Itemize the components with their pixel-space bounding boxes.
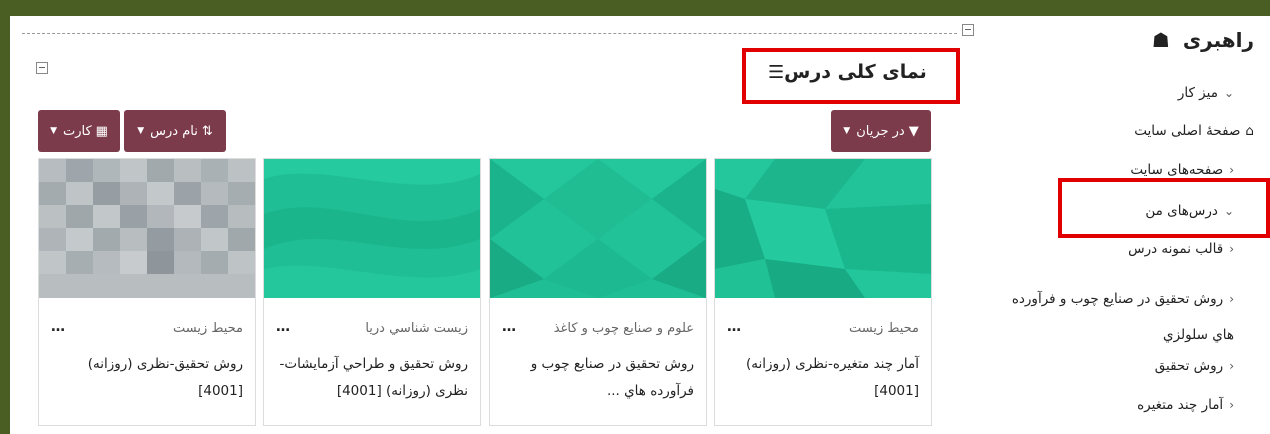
nav-item-label: آمار چند متغیره <box>1137 397 1224 413</box>
sitemap-icon: ☗ <box>1151 28 1170 52</box>
nav-item-label: میز کار <box>1177 85 1218 101</box>
section-divider <box>22 33 957 34</box>
course-category: زيست شناسي دريا <box>365 321 468 336</box>
course-card[interactable]: محیط زیست … آمار چند متغیره-نظری (روزانه… <box>714 158 932 426</box>
course-name[interactable]: آمار چند متغیره-نظری (روزانه) [4001] <box>729 351 919 405</box>
nav-item-site-home[interactable]: ⌂صفحهٔ اصلی سایت <box>1134 123 1254 139</box>
nav-item-course[interactable]: ‹ آمار چند متغیره <box>1137 397 1234 413</box>
chevron-left-icon: ‹ <box>1229 292 1234 306</box>
nav-item-dashboard[interactable]: ⌄ میز کار <box>1178 85 1234 101</box>
caret-down-icon: ▼ <box>50 126 57 136</box>
course-card[interactable]: زيست شناسي دريا … روش تحقيق و طراحي آزما… <box>263 158 481 426</box>
chevron-left-icon: ‹ <box>1229 398 1234 412</box>
view-dropdown-button[interactable]: ▦ کارت ▼ <box>38 110 120 152</box>
course-image <box>715 159 931 298</box>
course-name[interactable]: روش تحقيق و طراحي آزمايشات-نظری (روزانه)… <box>278 351 469 405</box>
window-frame-left <box>0 0 10 434</box>
nav-item-course[interactable]: ‹ روش تحقیق <box>1155 358 1234 374</box>
course-category: علوم و صنایع چوب و کاغذ <box>553 321 694 336</box>
nav-item-course[interactable]: ‹روش تحقیق در صنایع چوب و فرآورده هاي سل… <box>1004 281 1234 353</box>
more-options-icon[interactable]: … <box>727 319 741 335</box>
filter-dropdown-button[interactable]: ▼ در جریان ▼ <box>831 110 931 152</box>
chevron-left-icon: ‹ <box>1229 359 1234 373</box>
course-image <box>490 159 706 298</box>
chevron-left-icon: ‹ <box>1229 163 1234 177</box>
course-card[interactable]: محیط زیست … روش تحقیق-نظری (روزانه) [400… <box>38 158 256 426</box>
grid-icon: ▦ <box>95 123 108 139</box>
caret-down-icon: ▼ <box>137 126 145 136</box>
course-category: محیط زیست <box>848 321 919 336</box>
navigation-title-text: راهبری <box>1182 28 1254 52</box>
nav-item-label: صفحه‌های سایت <box>1130 162 1224 178</box>
view-button-label: کارت <box>62 123 92 139</box>
course-name[interactable]: روش تحقیق-نظری (روزانه) [4001] <box>53 351 243 405</box>
sort-icon: ⇅ <box>201 123 213 139</box>
collapse-navigation-icon[interactable] <box>962 24 974 36</box>
navigation-title: راهبری ☗ <box>1152 28 1254 52</box>
highlight-box-title <box>742 48 960 104</box>
nav-item-label: قالب نمونه درس <box>1128 241 1224 257</box>
nav-item-label: روش تحقیق <box>1154 358 1224 374</box>
course-category: محیط زیست <box>172 321 243 336</box>
chevron-left-icon: ‹ <box>1229 242 1234 256</box>
nav-item-site-pages[interactable]: ‹ صفحه‌های سایت <box>1130 162 1234 178</box>
nav-item-label: روش تحقیق در صنایع چوب و فرآورده هاي سلو… <box>1011 291 1234 343</box>
home-icon: ⌂ <box>1245 123 1254 139</box>
filter-button-label: در جریان <box>856 123 905 139</box>
course-name[interactable]: روش تحقیق در صنایع چوب و فرآورده هاي ... <box>504 351 694 405</box>
course-image <box>264 159 480 298</box>
more-options-icon[interactable]: … <box>276 319 290 335</box>
window-frame-top <box>0 0 1270 16</box>
more-options-icon[interactable]: … <box>51 319 65 335</box>
highlight-box-my-courses <box>1058 178 1270 238</box>
course-card[interactable]: علوم و صنایع چوب و کاغذ … روش تحقیق در ص… <box>489 158 707 426</box>
filter-icon: ▼ <box>908 123 919 139</box>
nav-item-label: صفحهٔ اصلی سایت <box>1134 123 1241 139</box>
course-image <box>39 159 255 298</box>
caret-down-icon: ▼ <box>843 126 851 136</box>
sort-dropdown-button[interactable]: ⇅ نام درس ▼ <box>124 110 226 152</box>
more-options-icon[interactable]: … <box>502 319 516 335</box>
sort-button-label: نام درس <box>150 123 198 139</box>
chevron-down-icon: ⌄ <box>1223 86 1234 100</box>
collapse-block-icon[interactable] <box>36 62 48 74</box>
nav-item-course[interactable]: ‹ قالب نمونه درس <box>1128 241 1234 257</box>
